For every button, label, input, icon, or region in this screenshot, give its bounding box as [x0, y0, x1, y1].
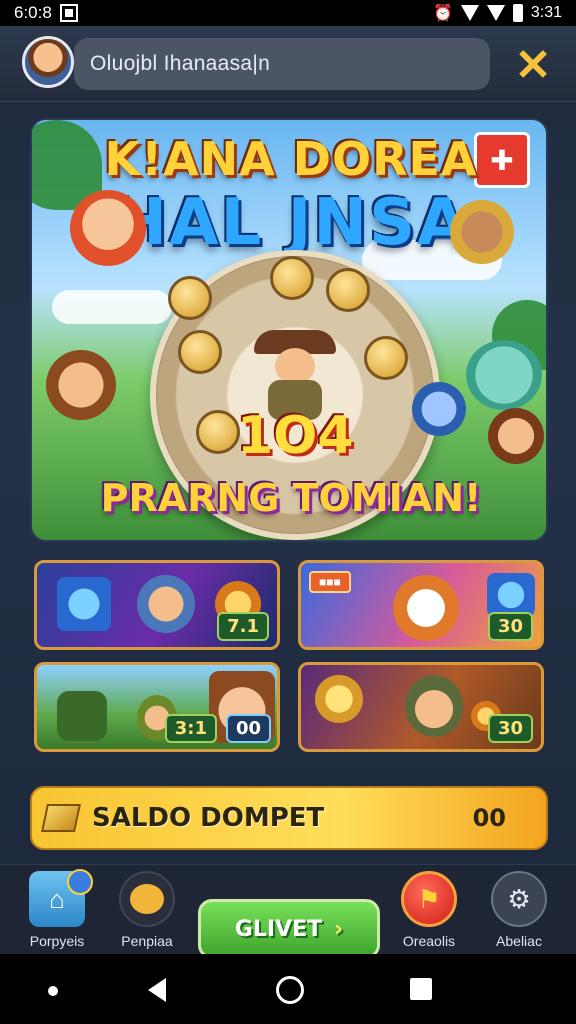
signal-icon: [486, 5, 505, 21]
bottom-navigation: ⌂ Porpyeis Penpiaa GLIVET › ⚑ Oreaolis ⚙…: [0, 864, 576, 959]
wifi-icon: [460, 5, 479, 21]
pet-icon: [119, 871, 175, 927]
recent-apps-icon[interactable]: [410, 978, 432, 1000]
card-icon: [487, 573, 535, 617]
game-tile-4[interactable]: 30: [298, 662, 544, 752]
game-tile-3[interactable]: 3:1 00: [34, 662, 280, 752]
chest-icon: [270, 256, 314, 300]
hero-cta-text: PRARNG TOMIAN!: [100, 476, 482, 520]
battery-icon: [512, 4, 523, 22]
nav-item-ticket[interactable]: ⚑ Oreaolis: [384, 871, 474, 949]
tile-badge: 30: [487, 612, 533, 641]
notification-icon: [59, 4, 78, 22]
nav-item-pet[interactable]: Penpiaa: [102, 871, 192, 949]
alarm-icon: ⏰: [432, 5, 453, 22]
search-input[interactable]: Oluojbl Ihanaasa|n: [74, 38, 490, 90]
tile-tag: ■■■: [309, 571, 351, 593]
soldier-figure: [57, 691, 107, 741]
notification-pin-icon: [67, 869, 93, 895]
hero-banner[interactable]: ✚ K!ANA DOREA HAL JNSA 1O4 PRARNG TOMIAN…: [30, 118, 548, 542]
tile-badge: 3:1: [164, 714, 217, 743]
compass-icon: [315, 675, 363, 723]
wallet-icon: [41, 804, 81, 832]
tile-badge: 30: [487, 714, 533, 743]
close-x-icon[interactable]: ✕: [510, 41, 556, 90]
nav-label: Oreaolis: [402, 933, 456, 949]
coin-icon: [326, 268, 370, 312]
nav-label: Porpyeis: [29, 933, 85, 949]
treasure-icon: [364, 336, 408, 380]
character-girl: [70, 190, 146, 266]
pet-face: [130, 884, 164, 914]
character-boy: [46, 350, 116, 420]
character-adventurer: [450, 200, 514, 264]
character-kid: [488, 408, 544, 464]
game-tile-2[interactable]: ■■■ 30: [298, 560, 544, 650]
play-button[interactable]: GLIVET ›: [198, 899, 380, 959]
status-time: 6:0:8: [14, 3, 52, 22]
tile-badge: 7.1: [217, 612, 269, 641]
game-tile-1[interactable]: 7.1: [34, 560, 280, 650]
explorer-figure: [405, 675, 463, 737]
status-right-text: 3:31: [530, 4, 562, 21]
character-creature: [466, 340, 542, 410]
status-right: ⏰ 3:31: [433, 3, 562, 23]
arrow-right-icon: ›: [334, 916, 344, 942]
nav-item-home[interactable]: ⌂ Porpyeis: [12, 869, 102, 949]
assistant-dot-icon[interactable]: [48, 986, 58, 996]
status-bar: 6:0:8 ⏰ 3:31: [0, 0, 576, 26]
balance-value: 00: [472, 804, 506, 832]
home-circle-icon[interactable]: [276, 976, 304, 1004]
game-tile-art: [57, 577, 111, 631]
explorer-face: [275, 348, 315, 384]
system-navigation-bar: [0, 954, 576, 1024]
tile-badge-secondary: 00: [225, 714, 271, 743]
map-icon: [178, 330, 222, 374]
gear-icon: ⚙: [491, 871, 547, 927]
nav-label: Penpiaa: [121, 933, 173, 949]
coin-icon: [168, 276, 212, 320]
hero-number: 1O4: [237, 406, 354, 466]
nav-item-settings[interactable]: ⚙ Abeliac: [474, 871, 564, 949]
app-screen: Oluojbl Ihanaasa|n ✕ ✚ K!ANA DOREA HAL J…: [0, 26, 576, 959]
character-diver: [412, 382, 466, 436]
mascot-character: [393, 575, 459, 641]
hero-title: K!ANA DOREA: [104, 132, 478, 186]
play-label: GLIVET: [234, 916, 323, 942]
cloud-decoration: [52, 290, 172, 324]
wallet-balance-bar[interactable]: SALDO DOMPET 00: [30, 786, 548, 850]
balance-label: SALDO DOMPET: [92, 803, 325, 833]
player-avatar-icon[interactable]: [22, 36, 74, 88]
gem-icon: [196, 410, 240, 454]
nav-label: Abeliac: [496, 933, 542, 949]
header-bar: Oluojbl Ihanaasa|n ✕: [0, 26, 576, 102]
soldier-character: [137, 575, 195, 633]
status-left: 6:0:8: [14, 3, 78, 23]
back-icon[interactable]: [148, 978, 166, 1002]
ticket-icon: ⚑: [401, 871, 457, 927]
search-text: Oluojbl Ihanaasa|n: [90, 52, 271, 75]
